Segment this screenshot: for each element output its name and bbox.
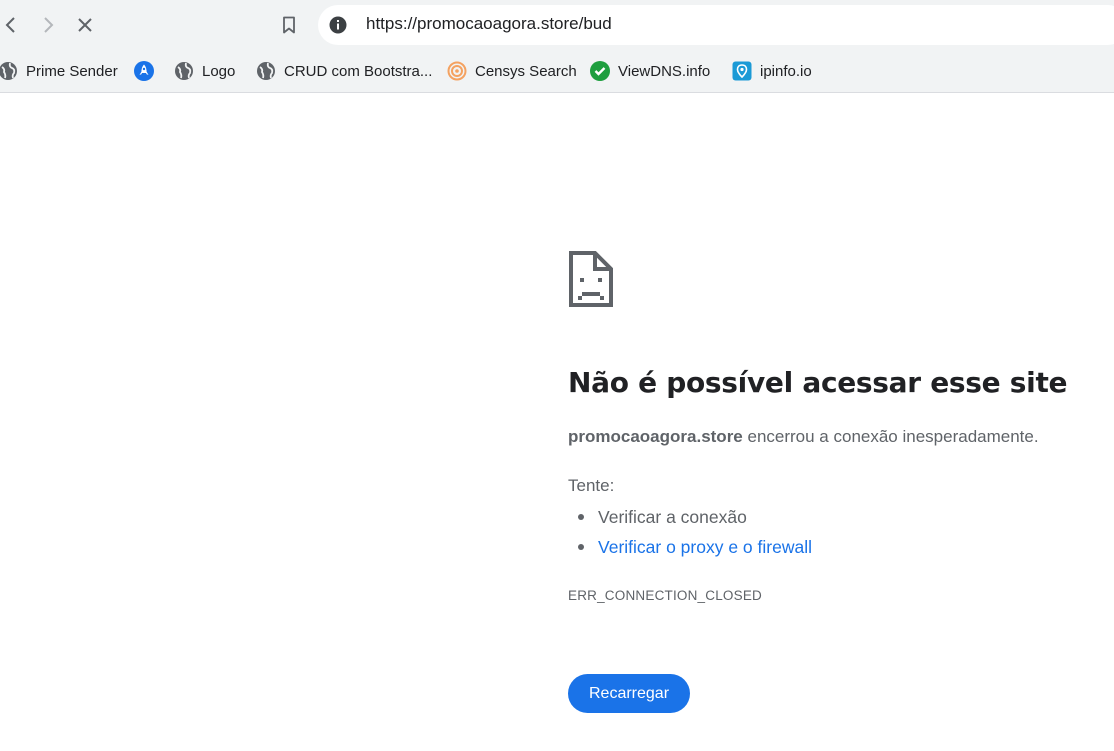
bookmark-icon [283,16,295,34]
bookmark-label: ViewDNS.info [618,62,711,80]
ipinfo-icon [732,61,752,81]
forward-button[interactable] [33,10,63,40]
bookmark-label: Censys Search [475,62,577,80]
suggestion-check-proxy-link[interactable]: Verificar o proxy e o firewall [578,536,812,566]
browser-toolbar: https://promocaoagora.store/bud [0,0,1114,50]
reload-button[interactable]: Recarregar [568,674,690,713]
address-bar[interactable]: https://promocaoagora.store/bud [318,5,1114,45]
bookmark-label: CRUD com Bootstra... [284,62,433,80]
try-label: Tente: [568,476,615,495]
bookmark-rocket[interactable] [134,59,154,83]
stop-loading-button[interactable] [70,10,100,40]
url-text[interactable]: https://promocaoagora.store/bud [366,14,612,34]
suggestions-list: Verificar a conexão Verificar o proxy e … [578,506,812,566]
globe-icon [256,61,276,81]
bookmark-prime-sender[interactable]: Prime Sender [0,59,118,83]
bookmark-label: Prime Sender [26,62,118,80]
bookmark-label: ipinfo.io [760,62,812,80]
close-icon [78,18,92,32]
error-message: encerrou a conexão inesperadamente. [742,427,1039,446]
rocket-icon [134,61,154,81]
chevron-left-icon [5,17,15,33]
censys-icon [447,61,467,81]
bookmarks-bar: Prime Sender Logo CRUD com Bootstra... C… [0,50,1114,93]
globe-icon [0,61,18,81]
sad-file-icon [568,250,614,308]
globe-icon [174,61,194,81]
chevron-right-icon [44,17,54,33]
bookmark-viewdns[interactable]: ViewDNS.info [590,59,710,83]
error-summary: promocaoagora.store encerrou a conexão i… [568,427,1039,447]
suggestion-check-connection: Verificar a conexão [578,506,812,536]
bookmark-logo[interactable]: Logo [174,59,235,83]
bookmark-censys-search[interactable]: Censys Search [447,59,577,83]
info-icon[interactable] [328,15,348,35]
bookmark-ipinfo[interactable]: ipinfo.io [732,59,812,83]
bookmark-crud-bootstrap[interactable]: CRUD com Bootstra... [256,59,432,83]
bookmark-page-button[interactable] [274,10,304,40]
bookmark-label: Logo [202,62,236,80]
error-title: Não é possível acessar esse site [568,366,1068,399]
error-host: promocaoagora.store [568,427,743,446]
error-code: ERR_CONNECTION_CLOSED [568,588,762,603]
back-button[interactable] [0,10,26,40]
check-circle-icon [590,61,610,81]
